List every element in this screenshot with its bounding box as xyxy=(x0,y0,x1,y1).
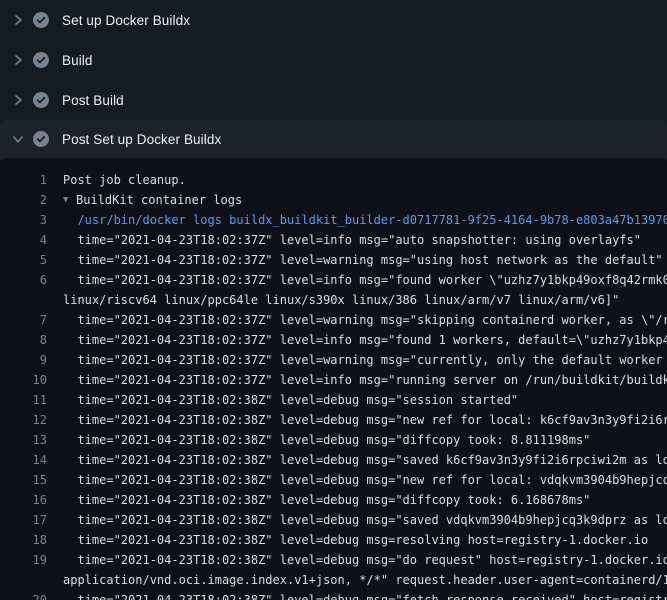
step-label: Post Build xyxy=(62,93,124,108)
log-text: time="2021-04-23T18:02:37Z" level=warnin… xyxy=(63,250,667,270)
log-command-text: /usr/bin/docker logs buildx_buildkit_bui… xyxy=(63,210,667,230)
log-text: time="2021-04-23T18:02:37Z" level=info m… xyxy=(63,270,667,290)
log-text: time="2021-04-23T18:02:37Z" level=info m… xyxy=(63,330,667,350)
log-line: 15 time="2021-04-23T18:02:38Z" level=deb… xyxy=(0,470,667,490)
log-line: 19 time="2021-04-23T18:02:38Z" level=deb… xyxy=(0,550,667,570)
log-line-number[interactable]: 17 xyxy=(0,510,47,530)
log-line-number[interactable]: 7 xyxy=(0,310,47,330)
step-label: Build xyxy=(62,53,93,68)
log-text: time="2021-04-23T18:02:38Z" level=debug … xyxy=(63,590,667,600)
success-check-icon xyxy=(33,52,49,68)
log-line-number[interactable]: 11 xyxy=(0,390,47,410)
log-text: time="2021-04-23T18:02:37Z" level=info m… xyxy=(63,230,667,250)
step-header-build[interactable]: Build xyxy=(0,40,667,80)
log-line-number xyxy=(0,570,47,590)
chevron-right-icon[interactable] xyxy=(12,94,24,106)
log-text: time="2021-04-23T18:02:38Z" level=debug … xyxy=(63,410,667,430)
success-check-icon xyxy=(33,12,49,28)
log-line-number[interactable]: 4 xyxy=(0,230,47,250)
step-label: Post Set up Docker Buildx xyxy=(62,132,221,147)
job-steps-list: Set up Docker Buildx Build Post Build Po… xyxy=(0,0,667,158)
chevron-right-icon[interactable] xyxy=(12,54,24,66)
success-check-icon xyxy=(33,92,49,108)
log-line-number[interactable]: 1 xyxy=(0,170,47,190)
log-line: 7 time="2021-04-23T18:02:37Z" level=warn… xyxy=(0,310,667,330)
log-line: 12 time="2021-04-23T18:02:38Z" level=deb… xyxy=(0,410,667,430)
log-text: application/vnd.oci.image.index.v1+json,… xyxy=(63,570,667,590)
log-text: BuildKit container logs xyxy=(76,190,667,210)
log-line: 13 time="2021-04-23T18:02:38Z" level=deb… xyxy=(0,430,667,450)
chevron-right-icon[interactable] xyxy=(12,14,24,26)
log-text: Post job cleanup. xyxy=(63,170,667,190)
log-line[interactable]: 2 ▼BuildKit container logs xyxy=(0,190,667,210)
log-text: time="2021-04-23T18:02:37Z" level=warnin… xyxy=(63,350,667,370)
log-line-number[interactable]: 12 xyxy=(0,410,47,430)
step-log-output: 1 Post job cleanup. 2 ▼BuildKit container l… xyxy=(0,158,667,600)
log-line-number[interactable]: 13 xyxy=(0,430,47,450)
step-header-set-up-docker-buildx[interactable]: Set up Docker Buildx xyxy=(0,0,667,40)
log-line: 10 time="2021-04-23T18:02:37Z" level=inf… xyxy=(0,370,667,390)
log-line-number[interactable]: 9 xyxy=(0,350,47,370)
log-line-number[interactable]: 16 xyxy=(0,490,47,510)
log-line-continuation: linux/riscv64 linux/ppc64le linux/s390x … xyxy=(0,290,667,310)
log-line-number xyxy=(0,290,47,310)
success-check-icon xyxy=(33,131,49,147)
log-line: 3 /usr/bin/docker logs buildx_buildkit_b… xyxy=(0,210,667,230)
step-header-post-set-up-docker-buildx[interactable]: Post Set up Docker Buildx xyxy=(0,120,667,158)
log-text: time="2021-04-23T18:02:38Z" level=debug … xyxy=(63,510,667,530)
log-line: 9 time="2021-04-23T18:02:37Z" level=warn… xyxy=(0,350,667,370)
log-text: time="2021-04-23T18:02:38Z" level=debug … xyxy=(63,490,667,510)
log-line: 11 time="2021-04-23T18:02:38Z" level=deb… xyxy=(0,390,667,410)
log-line: 16 time="2021-04-23T18:02:38Z" level=deb… xyxy=(0,490,667,510)
log-line-number[interactable]: 18 xyxy=(0,530,47,550)
group-expand-triangle-icon[interactable]: ▼ xyxy=(63,190,76,210)
log-line-number[interactable]: 3 xyxy=(0,210,47,230)
log-line: 20 time="2021-04-23T18:02:38Z" level=deb… xyxy=(0,590,667,600)
log-text: time="2021-04-23T18:02:37Z" level=warnin… xyxy=(63,310,667,330)
log-line: 1 Post job cleanup. xyxy=(0,170,667,190)
log-line: 14 time="2021-04-23T18:02:38Z" level=deb… xyxy=(0,450,667,470)
log-text: time="2021-04-23T18:02:38Z" level=debug … xyxy=(63,430,667,450)
step-header-post-build[interactable]: Post Build xyxy=(0,80,667,120)
log-line: 6 time="2021-04-23T18:02:37Z" level=info… xyxy=(0,270,667,290)
log-text: time="2021-04-23T18:02:38Z" level=debug … xyxy=(63,450,667,470)
log-line: 8 time="2021-04-23T18:02:37Z" level=info… xyxy=(0,330,667,350)
log-line-number[interactable]: 10 xyxy=(0,370,47,390)
log-text: time="2021-04-23T18:02:38Z" level=debug … xyxy=(63,550,667,570)
log-text: linux/riscv64 linux/ppc64le linux/s390x … xyxy=(63,290,667,310)
log-line: 18 time="2021-04-23T18:02:38Z" level=deb… xyxy=(0,530,667,550)
chevron-down-icon[interactable] xyxy=(12,133,24,145)
log-text: time="2021-04-23T18:02:38Z" level=debug … xyxy=(63,470,667,490)
log-line-number[interactable]: 8 xyxy=(0,330,47,350)
log-line-continuation: application/vnd.oci.image.index.v1+json,… xyxy=(0,570,667,590)
log-line-number[interactable]: 15 xyxy=(0,470,47,490)
log-line-number[interactable]: 19 xyxy=(0,550,47,570)
log-text: time="2021-04-23T18:02:38Z" level=debug … xyxy=(63,530,667,550)
log-text: time="2021-04-23T18:02:38Z" level=debug … xyxy=(63,390,667,410)
log-line-number[interactable]: 2 xyxy=(0,190,47,210)
step-label: Set up Docker Buildx xyxy=(62,13,190,28)
log-line-number[interactable]: 5 xyxy=(0,250,47,270)
log-line: 5 time="2021-04-23T18:02:37Z" level=warn… xyxy=(0,250,667,270)
log-line: 4 time="2021-04-23T18:02:37Z" level=info… xyxy=(0,230,667,250)
log-line-number[interactable]: 20 xyxy=(0,590,47,600)
log-line-number[interactable]: 6 xyxy=(0,270,47,290)
log-line: 17 time="2021-04-23T18:02:38Z" level=deb… xyxy=(0,510,667,530)
log-line-number[interactable]: 14 xyxy=(0,450,47,470)
log-text: time="2021-04-23T18:02:37Z" level=info m… xyxy=(63,370,667,390)
